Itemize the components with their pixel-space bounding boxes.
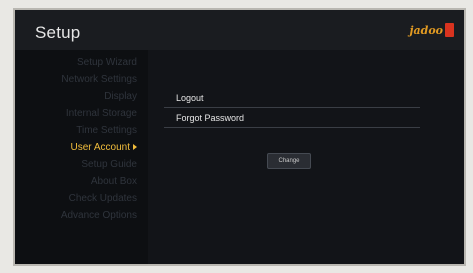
logo-mark-icon	[445, 23, 454, 37]
sidebar-item-advance-options[interactable]: Advance Options	[15, 207, 148, 224]
sidebar-item-time-settings[interactable]: Time Settings	[15, 122, 148, 139]
sidebar: Setup Wizard Network Settings Display In…	[15, 50, 148, 264]
option-forgot-password[interactable]: Forgot Password	[164, 109, 420, 128]
sidebar-item-network-settings[interactable]: Network Settings	[15, 71, 148, 88]
sidebar-item-check-updates[interactable]: Check Updates	[15, 190, 148, 207]
header-bar: Setup jadoo	[15, 10, 464, 50]
change-button[interactable]: Change	[267, 153, 311, 169]
sidebar-item-display[interactable]: Display	[15, 88, 148, 105]
chevron-right-icon	[133, 144, 137, 151]
option-logout[interactable]: Logout	[164, 89, 420, 108]
tv-screen: Setup jadoo Setup Wizard Network Setting…	[13, 8, 466, 266]
sidebar-item-about-box[interactable]: About Box	[15, 173, 148, 190]
brand-logo: jadoo	[410, 23, 454, 37]
sidebar-item-setup-guide[interactable]: Setup Guide	[15, 156, 148, 173]
sidebar-item-setup-wizard[interactable]: Setup Wizard	[15, 54, 148, 71]
sidebar-item-internal-storage[interactable]: Internal Storage	[15, 105, 148, 122]
content-panel: Logout Forgot Password Change	[148, 50, 464, 264]
sidebar-menu: Setup Wizard Network Settings Display In…	[15, 54, 148, 224]
sidebar-item-user-account[interactable]: User Account	[15, 139, 148, 156]
brand-logo-text: jadoo	[409, 23, 443, 37]
page-title: Setup	[35, 23, 81, 42]
